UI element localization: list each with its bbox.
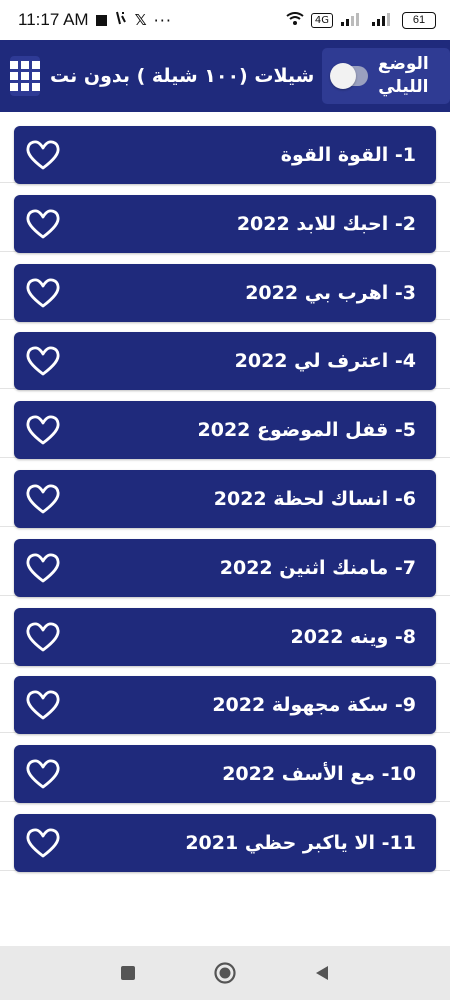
list-item: 4- اعترف لي 2022	[0, 320, 450, 391]
song-title: 3- اهرب بي 2022	[245, 281, 416, 304]
song-card[interactable]: 8- وينه 2022	[14, 607, 436, 666]
heart-outline-icon	[25, 689, 61, 721]
favorite-button[interactable]	[24, 620, 62, 654]
wifi-icon	[286, 11, 304, 29]
list-item: 1- القوة القوة	[0, 114, 450, 184]
favorite-button[interactable]	[24, 688, 62, 722]
song-card[interactable]: 7- مامنك اثنين 2022	[14, 538, 436, 597]
signal-icon-2	[371, 12, 395, 29]
song-title: 9- سكة مجهولة 2022	[212, 694, 416, 717]
song-title: 1- القوة القوة	[280, 144, 416, 166]
favorite-button[interactable]	[24, 207, 62, 241]
night-mode-label: الوضع الليلي	[377, 54, 429, 97]
favorite-button[interactable]	[24, 276, 62, 310]
song-card[interactable]: 4- اعترف لي 2022	[14, 332, 436, 391]
heart-outline-icon	[25, 827, 61, 859]
battery-indicator: 61	[402, 11, 436, 29]
song-card[interactable]: 6- انساك لحظة 2022	[14, 469, 436, 528]
home-icon	[214, 962, 236, 984]
song-card[interactable]: 10- مع الأسف 2022	[14, 745, 436, 804]
recents-button[interactable]	[114, 959, 142, 987]
heart-outline-icon	[25, 139, 61, 171]
status-bar: 11:17 AM 𝕏 ··· 4G 61	[0, 0, 450, 40]
favorite-button[interactable]	[24, 551, 62, 585]
night-mode-toggle[interactable]	[330, 63, 369, 89]
song-list: 1- القوة القوة 2- احبك للابد 2022 3- اهرب …	[0, 114, 450, 872]
status-right: 4G 61	[286, 11, 436, 29]
song-card[interactable]: 11- الا ياكبر حظي 2021	[14, 813, 436, 872]
favorite-button[interactable]	[24, 826, 62, 860]
song-title: 7- مامنك اثنين 2022	[219, 556, 416, 579]
heart-outline-icon	[25, 483, 61, 515]
list-item: 8- وينه 2022	[0, 596, 450, 666]
toggle-knob	[330, 63, 357, 89]
back-icon	[315, 966, 328, 980]
list-item: 11- الا ياكبر حظي 2021	[0, 802, 450, 872]
home-button[interactable]	[211, 959, 239, 987]
app-notification-icon	[114, 10, 128, 30]
heart-outline-icon	[25, 208, 61, 240]
list-item: 6- انساك لحظة 2022	[0, 458, 450, 528]
song-card[interactable]: 3- اهرب بي 2022	[14, 263, 436, 322]
status-time: 11:17 AM	[18, 10, 89, 29]
grid-icon	[10, 61, 18, 69]
app-bar: شيلات (١٠٠ شيلة ) بدون نت الوضع الليلي	[0, 40, 450, 112]
favorite-button[interactable]	[24, 413, 62, 447]
navigation-bar	[0, 946, 450, 1000]
song-title: 5- قفل الموضوع 2022	[197, 419, 416, 442]
app-title: شيلات (١٠٠ شيلة ) بدون نت	[50, 65, 315, 87]
notification-square-icon	[95, 14, 107, 26]
status-left: 11:17 AM 𝕏 ···	[18, 10, 172, 30]
song-title: 2- احبك للابد 2022	[236, 212, 416, 235]
list-item: 5- قفل الموضوع 2022	[0, 389, 450, 460]
heart-outline-icon	[25, 345, 61, 377]
grid-menu-button[interactable]	[10, 56, 40, 96]
favorite-button[interactable]	[24, 757, 62, 791]
favorite-button[interactable]	[24, 482, 62, 516]
list-item: 3- اهرب بي 2022	[0, 252, 450, 322]
song-card[interactable]: 9- سكة مجهولة 2022	[14, 676, 436, 735]
night-mode-panel: الوضع الليلي	[322, 48, 450, 104]
song-title: 6- انساك لحظة 2022	[213, 487, 416, 510]
song-card[interactable]: 5- قفل الموضوع 2022	[14, 401, 436, 460]
song-card[interactable]: 1- القوة القوة	[14, 126, 436, 184]
heart-outline-icon	[25, 758, 61, 790]
heart-outline-icon	[25, 552, 61, 584]
x-notification-icon: 𝕏	[134, 11, 147, 29]
song-title: 4- اعترف لي 2022	[234, 350, 416, 373]
more-notifications-icon: ···	[153, 10, 172, 30]
song-title: 8- وينه 2022	[290, 625, 416, 648]
favorite-button[interactable]	[24, 344, 62, 378]
list-item: 2- احبك للابد 2022	[0, 183, 450, 253]
heart-outline-icon	[25, 414, 61, 446]
song-title: 11- الا ياكبر حظي 2021	[185, 831, 416, 854]
heart-outline-icon	[25, 621, 61, 653]
song-card[interactable]: 2- احبك للابد 2022	[14, 194, 436, 253]
song-title: 10- مع الأسف 2022	[222, 763, 416, 786]
list-item: 7- مامنك اثنين 2022	[0, 527, 450, 597]
recents-icon	[121, 966, 136, 980]
data-badge: 4G	[310, 12, 333, 28]
list-item: 10- مع الأسف 2022	[0, 733, 450, 804]
list-item: 9- سكة مجهولة 2022	[0, 664, 450, 735]
favorite-button[interactable]	[24, 138, 62, 172]
signal-icon	[340, 12, 364, 29]
heart-outline-icon	[25, 277, 61, 309]
back-button[interactable]	[308, 959, 336, 987]
